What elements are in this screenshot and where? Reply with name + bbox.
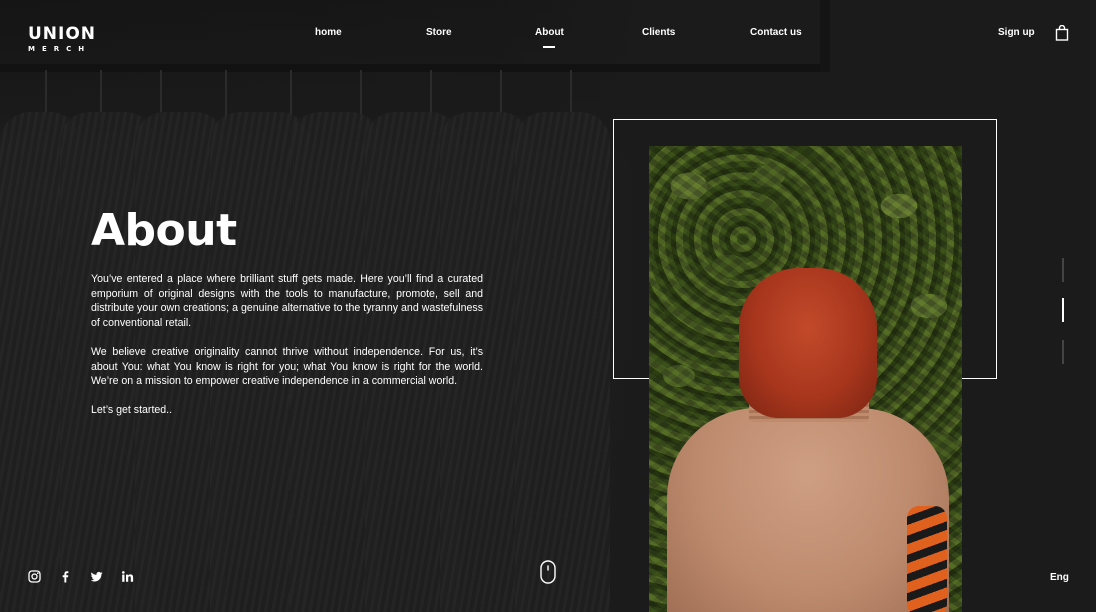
facebook-icon[interactable] — [59, 570, 72, 583]
about-paragraph-2: We believe creative originality cannot t… — [91, 345, 483, 388]
shopping-bag-icon[interactable] — [1055, 25, 1069, 41]
slide-indicator-2[interactable] — [1062, 298, 1064, 322]
linkedin-icon[interactable] — [121, 570, 134, 583]
striped-sleeve — [907, 506, 947, 612]
hanger — [225, 70, 227, 120]
garment — [515, 112, 610, 612]
nav-store[interactable]: Store — [426, 27, 452, 38]
instagram-icon[interactable] — [28, 570, 41, 583]
slide-indicator-1[interactable] — [1062, 258, 1064, 282]
brand-subname: MERCH — [28, 45, 92, 53]
feature-photo — [649, 146, 962, 612]
hanger — [360, 70, 362, 120]
about-paragraph-3: Let’s get started.. — [91, 404, 173, 417]
language-selector[interactable]: Eng — [1050, 572, 1069, 583]
slide-indicator-3[interactable] — [1062, 340, 1064, 364]
rack-bar — [0, 64, 830, 72]
nav-contact-us[interactable]: Contact us — [750, 27, 802, 38]
page-title: About — [91, 205, 237, 256]
about-paragraph-1: You’ve entered a place where brilliant s… — [91, 273, 483, 329]
hanger — [290, 70, 292, 120]
main-nav: home Store About Clients Contact us — [0, 27, 1096, 48]
red-hair — [739, 268, 877, 418]
nav-clients[interactable]: Clients — [642, 27, 675, 38]
about-text: You’ve entered a place where brilliant s… — [91, 272, 483, 433]
sign-up-link[interactable]: Sign up — [998, 27, 1035, 38]
nav-home[interactable]: home — [315, 27, 342, 38]
twitter-icon[interactable] — [90, 570, 103, 583]
nav-about[interactable]: About — [535, 27, 564, 48]
mouse-scroll-icon[interactable] — [540, 560, 556, 584]
